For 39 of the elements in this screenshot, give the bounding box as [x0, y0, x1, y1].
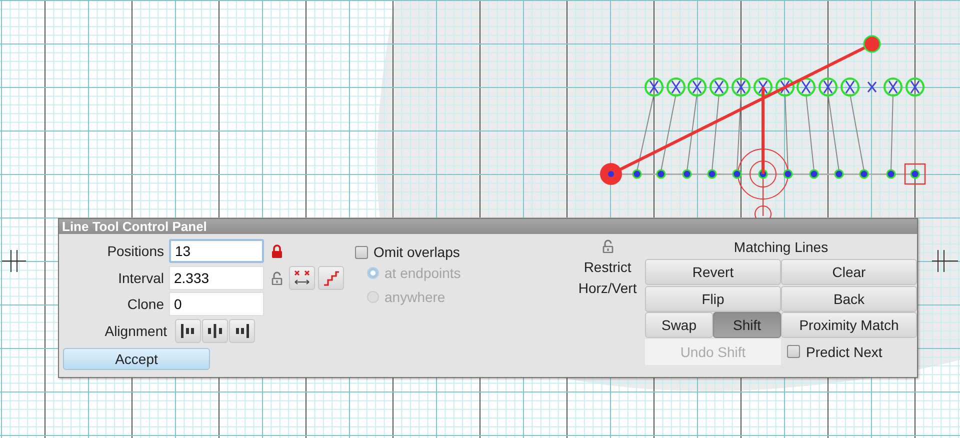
- tick-marks-icon: [2, 250, 26, 272]
- align-right-button[interactable]: [229, 318, 255, 343]
- tick-marks-icon: [932, 250, 958, 272]
- accept-button[interactable]: Accept: [63, 348, 210, 370]
- checkbox-label: Omit overlaps: [374, 244, 460, 260]
- unlocked-padlock-icon[interactable]: [271, 270, 283, 285]
- spread-icon-button[interactable]: [289, 266, 315, 290]
- field-label: Positions: [106, 243, 165, 260]
- action-button[interactable]: Back: [781, 286, 917, 312]
- checkbox[interactable]: [787, 345, 800, 358]
- stairs-icon-button[interactable]: [318, 266, 344, 290]
- action-button[interactable]: Flip: [645, 286, 781, 312]
- text-field[interactable]: 13: [169, 239, 264, 264]
- text-field[interactable]: 2.333: [169, 266, 264, 290]
- align-left-button[interactable]: [175, 318, 201, 343]
- locked-padlock-icon[interactable]: [271, 244, 283, 258]
- align-center-button[interactable]: [202, 318, 228, 343]
- section-heading: Matching Lines: [732, 238, 830, 257]
- restrict-label: Restrict Horz/Vert: [578, 258, 637, 298]
- action-button[interactable]: Swap: [645, 312, 713, 338]
- text-field[interactable]: 0: [169, 292, 264, 316]
- field-label: Alignment: [104, 322, 168, 339]
- action-button[interactable]: Revert: [645, 259, 781, 285]
- checkbox[interactable]: [354, 246, 368, 258]
- action-button[interactable]: Clear: [781, 259, 917, 285]
- radio-label: anywhere: [384, 289, 446, 305]
- align-right-icon: [233, 322, 251, 339]
- checkbox-label: Predict Next: [806, 344, 882, 360]
- unlocked-padlock-icon[interactable]: [602, 239, 614, 253]
- staircase-icon: [321, 268, 341, 287]
- field-label: Clone: [126, 296, 165, 312]
- align-left-icon: [179, 322, 197, 339]
- align-center-icon: [206, 322, 224, 339]
- panel-title: Line Tool Control Panel: [59, 219, 917, 234]
- field-label: Interval: [117, 270, 165, 286]
- action-button[interactable]: Proximity Match: [781, 312, 917, 338]
- spread-markers-icon: [292, 268, 312, 287]
- radio-label: at endpoints: [384, 265, 461, 281]
- action-button[interactable]: Shift: [713, 312, 781, 338]
